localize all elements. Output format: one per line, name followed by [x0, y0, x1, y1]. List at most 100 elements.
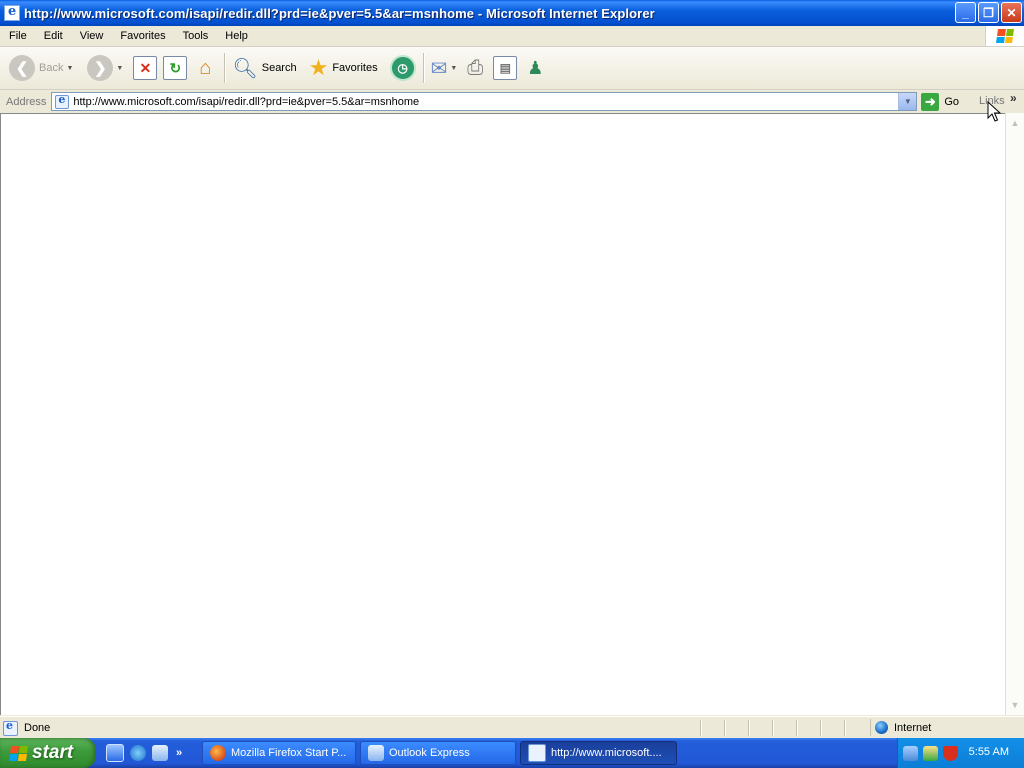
- status-pane: [748, 720, 772, 736]
- window-controls: _ ❐ ✕: [955, 2, 1022, 23]
- refresh-button[interactable]: ↻: [160, 50, 190, 86]
- task-outlook-express[interactable]: Outlook Express: [360, 741, 516, 765]
- print-icon: ⎙: [467, 56, 484, 79]
- system-tray: 5:55 AM: [897, 738, 1024, 768]
- quick-launch: »: [106, 744, 182, 762]
- forward-button[interactable]: ❯ ▼: [84, 50, 126, 86]
- links-chevron-icon[interactable]: »: [1010, 91, 1017, 105]
- page-content[interactable]: [0, 113, 1005, 715]
- address-input[interactable]: [73, 95, 894, 108]
- task-label: Outlook Express: [389, 747, 470, 759]
- mail-dropdown-icon[interactable]: ▼: [450, 65, 457, 72]
- status-bar: Done Internet: [0, 716, 1024, 739]
- status-pane: [700, 720, 724, 736]
- task-label: Mozilla Firefox Start P...: [231, 747, 347, 759]
- title-bar[interactable]: http://www.microsoft.com/isapi/redir.dll…: [0, 0, 1024, 26]
- ie-app-icon[interactable]: [4, 4, 20, 21]
- back-dropdown-icon[interactable]: ▼: [66, 65, 73, 72]
- back-button[interactable]: ❮ Back ▼: [6, 50, 76, 86]
- taskbar: start » Mozilla Firefox Start P... Outlo…: [0, 738, 1024, 768]
- internet-explorer-icon[interactable]: [130, 745, 146, 761]
- shield-icon[interactable]: [943, 745, 958, 761]
- stop-button[interactable]: ✕: [130, 50, 160, 86]
- go-button[interactable]: ➜ Go: [921, 92, 960, 111]
- start-button[interactable]: start: [0, 738, 96, 768]
- mail-button[interactable]: ✉ ▼: [428, 50, 461, 86]
- search-icon: 🔍︎: [232, 57, 258, 80]
- back-icon: ❮: [9, 55, 35, 81]
- page-icon: [55, 93, 70, 109]
- start-label: start: [32, 742, 74, 763]
- quick-launch-chevron-icon[interactable]: »: [176, 747, 182, 759]
- task-label: http://www.microsoft....: [551, 747, 662, 759]
- windows-flag-icon: [8, 745, 29, 761]
- mail-icon: ✉: [430, 57, 448, 80]
- restore-button[interactable]: ❐: [978, 2, 999, 23]
- security-center-icon[interactable]: [923, 745, 938, 761]
- edit-button[interactable]: ▤: [490, 50, 520, 86]
- edit-icon: ▤: [493, 56, 518, 80]
- search-button[interactable]: 🔍︎ Search: [229, 50, 299, 86]
- scroll-up-icon[interactable]: ▲: [1007, 115, 1023, 131]
- menu-edit[interactable]: Edit: [35, 30, 71, 42]
- ie-page-icon: [528, 744, 546, 762]
- task-firefox[interactable]: Mozilla Firefox Start P...: [202, 741, 356, 765]
- favorites-button[interactable]: ★ Favorites: [306, 50, 381, 86]
- favorites-star-icon: ★: [308, 55, 329, 80]
- print-button[interactable]: ⎙: [464, 50, 486, 86]
- window-title: http://www.microsoft.com/isapi/redir.dll…: [24, 5, 655, 21]
- toolbar-separator: [224, 53, 226, 83]
- close-icon: ✕: [1006, 5, 1017, 20]
- refresh-icon: ↻: [163, 56, 188, 80]
- home-icon: ⌂: [199, 56, 212, 79]
- history-icon: ◷: [389, 55, 416, 81]
- address-bar: Address ▼ ➜ Go Links »: [0, 90, 1024, 113]
- back-label: Back: [39, 62, 64, 74]
- history-button[interactable]: ◷: [387, 50, 419, 86]
- status-pane: [844, 720, 868, 736]
- windows-flag-icon: [996, 29, 1014, 43]
- security-zone[interactable]: Internet: [870, 719, 1024, 736]
- status-pane: [772, 720, 796, 736]
- menu-view[interactable]: View: [71, 30, 112, 42]
- status-pane: [724, 720, 748, 736]
- favorites-label: Favorites: [332, 62, 378, 74]
- forward-icon: ❯: [87, 55, 114, 81]
- status-pane: [820, 720, 844, 736]
- windows-logo: [985, 26, 1024, 46]
- menu-tools[interactable]: Tools: [174, 30, 217, 42]
- network-icon[interactable]: [903, 745, 918, 761]
- address-dropdown-icon[interactable]: ▼: [898, 93, 917, 110]
- vertical-scrollbar[interactable]: ▲ ▼: [1005, 113, 1024, 715]
- go-label: Go: [944, 95, 960, 108]
- clock[interactable]: 5:55 AM: [969, 746, 1009, 758]
- show-desktop-icon[interactable]: [106, 744, 124, 762]
- minimize-icon: _: [962, 5, 969, 20]
- zone-label: Internet: [894, 721, 932, 734]
- globe-icon: [875, 721, 888, 734]
- status-panes: [700, 720, 868, 736]
- menu-help[interactable]: Help: [216, 30, 256, 42]
- go-arrow-icon: ➜: [921, 92, 940, 111]
- forward-dropdown-icon[interactable]: ▼: [116, 65, 123, 72]
- firefox-icon: [210, 745, 226, 761]
- standard-toolbar: ❮ Back ▼ ❯ ▼ ✕ ↻ ⌂ 🔍︎ Search ★ Favorites…: [0, 47, 1024, 90]
- address-field[interactable]: ▼: [51, 92, 918, 111]
- home-button[interactable]: ⌂: [190, 50, 220, 86]
- messenger-icon: ♟︎: [527, 57, 544, 78]
- search-label: Search: [261, 62, 297, 74]
- messenger-button[interactable]: ♟︎: [524, 50, 546, 86]
- outlook-express-icon[interactable]: [152, 745, 168, 761]
- menu-favorites[interactable]: Favorites: [111, 30, 173, 42]
- minimize-button[interactable]: _: [955, 2, 976, 23]
- menu-file[interactable]: File: [0, 30, 35, 42]
- restore-icon: ❐: [983, 5, 994, 20]
- page-status-icon: [3, 719, 18, 736]
- task-internet-explorer[interactable]: http://www.microsoft....: [520, 741, 677, 765]
- status-pane: [796, 720, 820, 736]
- scroll-down-icon[interactable]: ▼: [1007, 697, 1023, 713]
- close-button[interactable]: ✕: [1001, 2, 1022, 23]
- menu-bar: File Edit View Favorites Tools Help: [0, 26, 1024, 47]
- toolbar-separator: [422, 53, 424, 83]
- status-text: Done: [24, 722, 51, 734]
